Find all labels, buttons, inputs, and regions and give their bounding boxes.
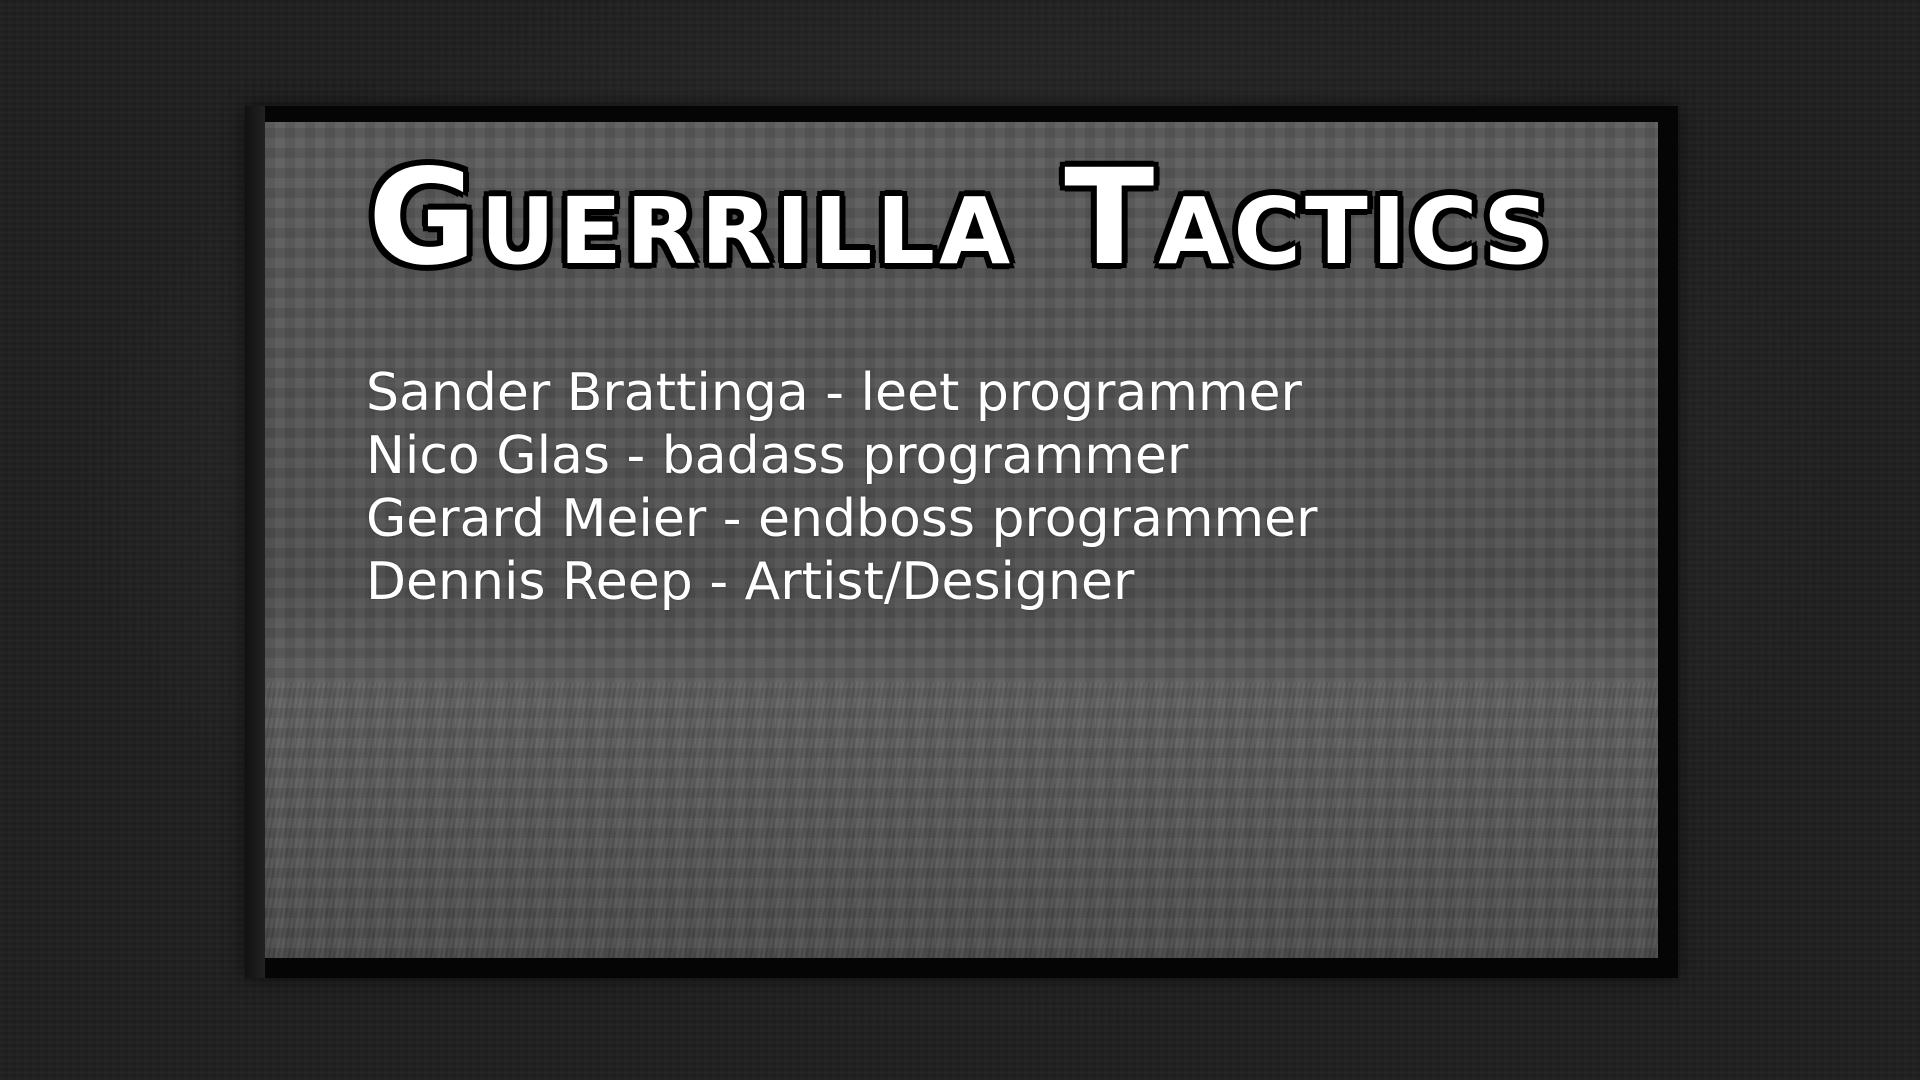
credits-list: Sander Brattinga - leet programmer Nico … — [366, 362, 1566, 614]
credit-line: Sander Brattinga - leet programmer — [366, 363, 1302, 423]
credit-line: Dennis Reep - Artist/Designer — [366, 552, 1135, 612]
credit-line: Nico Glas - badass programmer — [366, 426, 1189, 486]
game-title-logo: Guerrilla Tactics — [368, 141, 1554, 295]
credit-line: Gerard Meier - endboss programmer — [366, 489, 1318, 549]
